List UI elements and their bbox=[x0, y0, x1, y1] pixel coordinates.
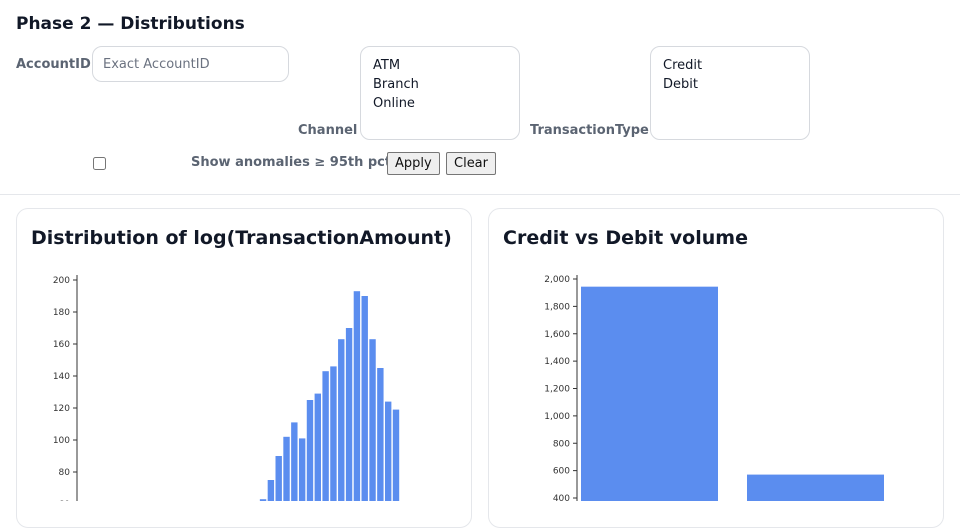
show-anomalies-label: Show anomalies ≥ 95th pct bbox=[191, 155, 392, 170]
clear-button[interactable]: Clear bbox=[446, 152, 496, 175]
histogram-y-tick-label: 180 bbox=[53, 308, 70, 318]
volume-card: Credit vs Debit volume 400 600 800 1,000 1,2… bbox=[488, 208, 944, 528]
channel-option-atm[interactable]: ATM bbox=[373, 56, 507, 75]
volume-y-tick-label: 1,800 bbox=[544, 302, 570, 312]
histogram-bar bbox=[275, 456, 282, 501]
account-id-input[interactable] bbox=[92, 46, 289, 82]
histogram-y-tick-label: 160 bbox=[53, 340, 70, 350]
volume-y-tick-label: 800 bbox=[553, 439, 570, 449]
transaction-type-listbox[interactable]: Credit Debit bbox=[650, 46, 810, 140]
channel-listbox[interactable]: ATM Branch Online bbox=[360, 46, 520, 140]
histogram-y-tick-label: 60 bbox=[59, 500, 71, 501]
transaction-type-option-debit[interactable]: Debit bbox=[663, 75, 797, 94]
channel-option-branch[interactable]: Branch bbox=[373, 75, 507, 94]
histogram-card: Distribution of log(TransactionAmount) 6… bbox=[16, 208, 472, 528]
histogram-bar bbox=[283, 436, 290, 501]
volume-y-tick-label: 1,600 bbox=[544, 330, 570, 340]
channel-option-online[interactable]: Online bbox=[373, 94, 507, 113]
histogram-y-tick-label: 140 bbox=[53, 372, 70, 382]
histogram-bar bbox=[267, 480, 275, 501]
volume-y-tick-label: 2,000 bbox=[544, 275, 570, 285]
histogram-y-tick-label: 200 bbox=[53, 276, 70, 286]
apply-button[interactable]: Apply bbox=[387, 152, 440, 175]
transaction-type-option-credit[interactable]: Credit bbox=[663, 56, 797, 75]
volume-bar-debit bbox=[747, 474, 884, 501]
histogram-bar bbox=[306, 400, 314, 501]
transaction-type-label: TransactionType bbox=[530, 123, 649, 138]
page-title: Phase 2 — Distributions bbox=[16, 14, 245, 34]
histogram-bar bbox=[338, 339, 345, 501]
histogram-chart: 60 80 100 120 140 160 180 200 bbox=[53, 275, 400, 501]
volume-bar-credit bbox=[581, 286, 718, 501]
histogram-y-tick-label: 120 bbox=[53, 404, 70, 414]
volume-y-tick-label: 1,000 bbox=[544, 412, 570, 422]
histogram-bar bbox=[345, 328, 353, 501]
histogram-bar bbox=[259, 499, 267, 501]
histogram-y-tick-label: 80 bbox=[59, 468, 71, 478]
section-divider bbox=[0, 194, 960, 195]
histogram-bar bbox=[322, 371, 329, 501]
volume-y-tick-label: 600 bbox=[553, 467, 570, 477]
volume-y-tick-label: 1,200 bbox=[544, 385, 570, 395]
histogram-bar bbox=[330, 366, 337, 501]
show-anomalies-checkbox[interactable] bbox=[93, 157, 106, 170]
channel-label: Channel bbox=[298, 123, 358, 138]
histogram-bar bbox=[353, 291, 361, 501]
histogram-bar bbox=[377, 368, 384, 501]
histogram-bar bbox=[314, 393, 321, 501]
account-id-label: AccountID bbox=[16, 57, 91, 72]
histogram-y-tick-label: 100 bbox=[53, 436, 70, 446]
histogram-bar bbox=[361, 296, 368, 501]
histogram-bar bbox=[298, 438, 306, 501]
histogram-bar bbox=[291, 422, 298, 501]
histogram-bar bbox=[369, 339, 376, 501]
volume-chart: 4006008001,0001,2001,4001,6001,8002,000 bbox=[544, 275, 884, 501]
volume-y-tick-label: 1,400 bbox=[544, 357, 570, 367]
histogram-bar bbox=[392, 409, 400, 501]
histogram-bar bbox=[384, 401, 392, 501]
